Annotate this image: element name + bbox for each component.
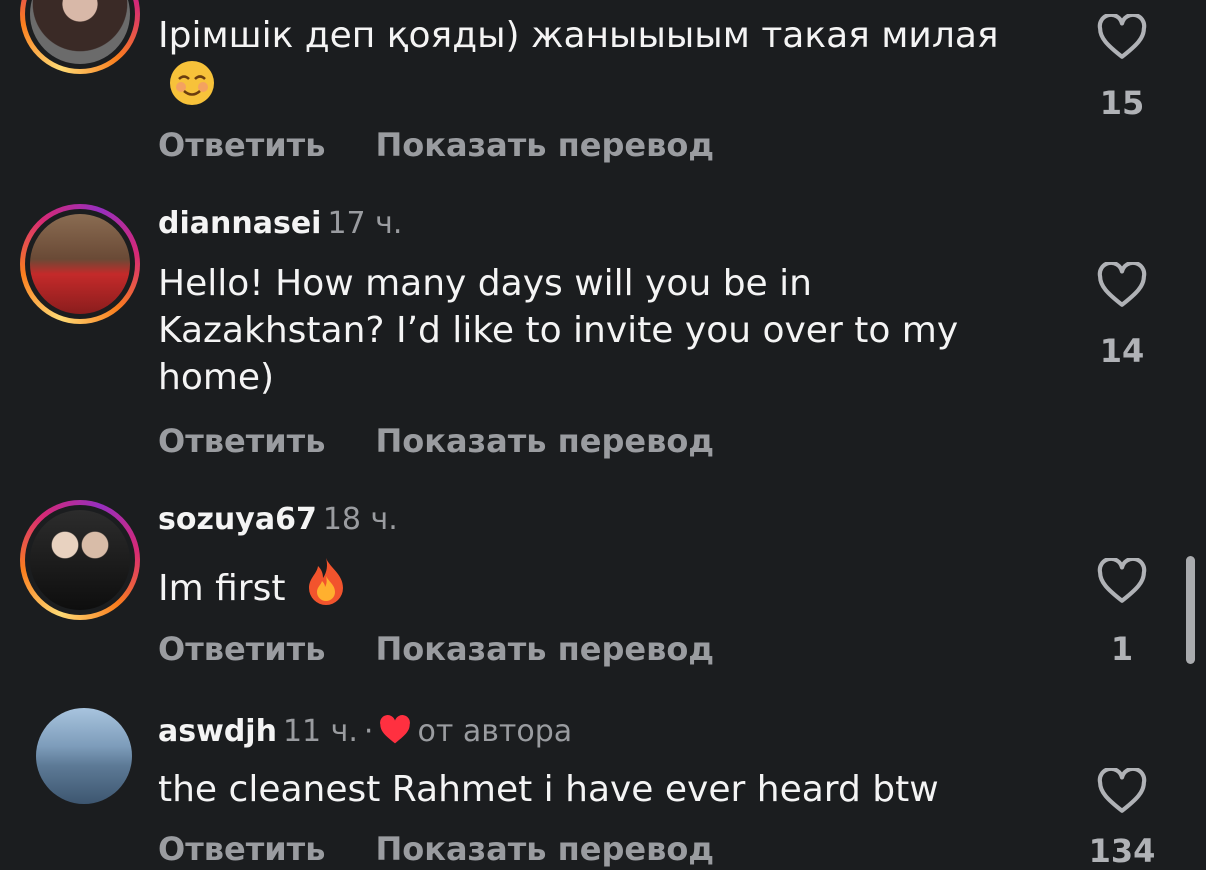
comment-text: the cleanest Rahmet i have ever heard bt… (158, 769, 939, 810)
like-count: 15 (1099, 84, 1145, 122)
like-count: 134 (1088, 832, 1156, 870)
avatar-story-ring[interactable] (20, 0, 140, 74)
show-translation-button[interactable]: Показать перевод (375, 422, 714, 460)
comment-time: 11 ч. (282, 714, 358, 749)
scrollbar[interactable] (1186, 556, 1195, 664)
comment-time: 17 ч. (327, 206, 403, 241)
avatar (30, 510, 130, 610)
comment-meta: sozuya67 18 ч. (158, 502, 398, 537)
comment-text: Ірімшік деп қояды) жаныыыым такая милая (158, 12, 1038, 119)
username-link[interactable]: aswdjh (158, 714, 277, 749)
like-button[interactable] (1096, 12, 1148, 64)
like-count: 1 (1110, 630, 1134, 668)
comment-text: Im first (158, 556, 1038, 618)
comment-meta: aswdjh 11 ч. · от автора (158, 714, 572, 753)
comment-time: 18 ч. (322, 502, 398, 537)
comment-actions: Ответить Показать перевод (158, 830, 714, 868)
comment-meta: diannasei 17 ч. (158, 206, 402, 241)
like-button[interactable] (1096, 766, 1148, 818)
fire-emoji-icon (303, 556, 349, 618)
avatar-story-ring[interactable] (20, 500, 140, 620)
avatar (30, 214, 130, 314)
show-translation-button[interactable]: Показать перевод (375, 126, 714, 164)
heart-filled-icon (379, 715, 411, 753)
reply-button[interactable]: Ответить (158, 630, 325, 668)
show-translation-button[interactable]: Показать перевод (375, 630, 714, 668)
username-link[interactable]: diannasei (158, 206, 321, 241)
like-button[interactable] (1096, 556, 1148, 608)
like-button[interactable] (1096, 260, 1148, 312)
comment-actions: Ответить Показать перевод (158, 126, 714, 164)
heart-outline-icon (1097, 260, 1147, 307)
smiling-blush-emoji-icon (168, 59, 216, 119)
username-link[interactable]: sozuya67 (158, 502, 317, 537)
heart-outline-icon (1097, 556, 1147, 603)
avatar[interactable] (36, 708, 132, 804)
reply-button[interactable]: Ответить (158, 126, 325, 164)
heart-outline-icon (1097, 766, 1147, 813)
avatar (30, 0, 130, 64)
like-count: 14 (1099, 332, 1145, 370)
heart-outline-icon (1097, 12, 1147, 59)
reply-button[interactable]: Ответить (158, 830, 325, 868)
separator-dot: · (363, 714, 374, 749)
comment-actions: Ответить Показать перевод (158, 630, 714, 668)
comment-actions: Ответить Показать перевод (158, 422, 714, 460)
reply-button[interactable]: Ответить (158, 422, 325, 460)
comment-text: Hello! How many days will you be in Kaza… (158, 263, 959, 398)
show-translation-button[interactable]: Показать перевод (375, 830, 714, 868)
avatar-story-ring[interactable] (20, 204, 140, 324)
liked-by-author-label: от автора (417, 714, 573, 749)
